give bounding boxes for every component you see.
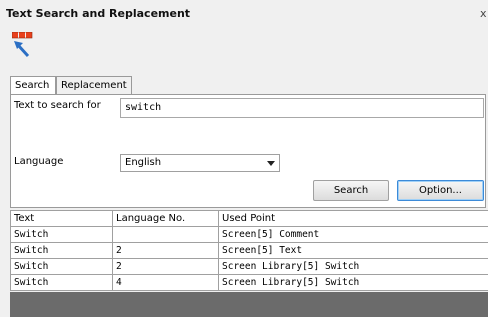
- column-header-text[interactable]: Text: [10, 210, 113, 227]
- search-replace-tool-icon[interactable]: [12, 32, 34, 60]
- search-text-label: Text to search for: [14, 100, 101, 111]
- cell-used-point: Screen Library[5] Switch: [218, 258, 488, 275]
- window-title: Text Search and Replacement: [6, 7, 191, 20]
- cell-text: Switch: [10, 258, 113, 275]
- cell-language-no: 2: [112, 258, 219, 275]
- column-header-language-no[interactable]: Language No.: [112, 210, 219, 227]
- language-select-value: English: [125, 157, 162, 168]
- cell-used-point: Screen[5] Text: [218, 242, 488, 259]
- table-row[interactable]: Switch Screen[5] Comment: [10, 226, 488, 243]
- cell-used-point: Screen Library[5] Switch: [218, 274, 488, 291]
- cell-language-no: 2: [112, 242, 219, 259]
- search-button[interactable]: Search: [313, 180, 389, 201]
- title-bar: Text Search and Replacement x: [0, 0, 488, 26]
- language-label: Language: [14, 156, 64, 167]
- table-row[interactable]: Switch 2 Screen[5] Text: [10, 242, 488, 259]
- tab-replacement[interactable]: Replacement: [56, 76, 132, 94]
- language-select[interactable]: English: [120, 154, 280, 172]
- option-button[interactable]: Option...: [397, 180, 484, 201]
- cell-language-no: [112, 226, 219, 243]
- table-row[interactable]: Switch 2 Screen Library[5] Switch: [10, 258, 488, 275]
- column-header-used-point[interactable]: Used Point: [218, 210, 488, 227]
- chevron-down-icon: [267, 161, 275, 166]
- cell-used-point: Screen[5] Comment: [218, 226, 488, 243]
- cell-text: Switch: [10, 226, 113, 243]
- cell-language-no: 4: [112, 274, 219, 291]
- tab-search[interactable]: Search: [10, 76, 56, 95]
- cell-text: Switch: [10, 274, 113, 291]
- cell-text: Switch: [10, 242, 113, 259]
- table-header-row: Text Language No. Used Point: [10, 210, 488, 227]
- table-row[interactable]: Switch 4 Screen Library[5] Switch: [10, 274, 488, 291]
- close-icon[interactable]: x: [480, 7, 487, 20]
- results-empty-area: [10, 292, 488, 317]
- search-input[interactable]: switch: [120, 98, 484, 118]
- results-table: Text Language No. Used Point Switch Scre…: [10, 210, 488, 291]
